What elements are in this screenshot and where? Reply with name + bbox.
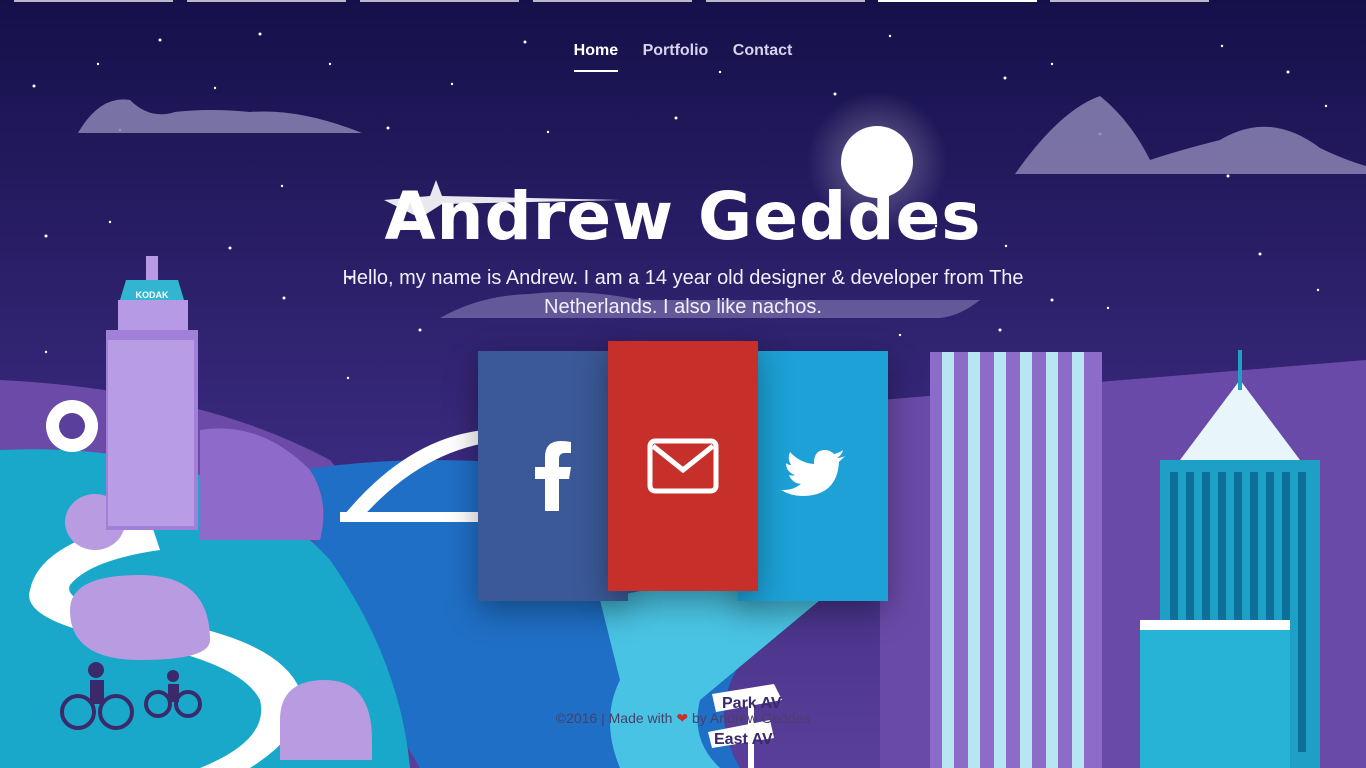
heart-icon: ❤ [676, 710, 689, 726]
top-segment [533, 0, 692, 2]
top-segment [878, 0, 1037, 2]
kodak-sign: KODAK [136, 290, 169, 300]
footer: ©2016 | Made with ❤ by Andrew Geddes [0, 710, 1366, 727]
twitter-icon [781, 450, 845, 496]
top-segment [706, 0, 865, 2]
nav-portfolio-link[interactable]: Portfolio [643, 42, 709, 72]
top-segment [360, 0, 519, 2]
page-title: Andrew Geddes [384, 178, 982, 255]
top-segment [187, 0, 346, 2]
footer-prefix: ©2016 | Made with [555, 710, 673, 726]
footer-suffix: by Andrew Geddes [691, 710, 811, 726]
main-nav: Home Portfolio Contact [0, 42, 1366, 72]
nav-home-link[interactable]: Home [573, 42, 619, 72]
facebook-button[interactable] [478, 351, 628, 601]
top-segment [14, 0, 173, 2]
nav-contact-link[interactable]: Contact [733, 42, 793, 72]
intro-text: Hello, my name is Andrew. I am a 14 year… [342, 267, 1024, 318]
top-segment [1050, 0, 1209, 2]
email-button[interactable] [608, 341, 758, 591]
twitter-button[interactable] [738, 351, 888, 601]
facebook-icon [535, 441, 571, 511]
mail-icon [647, 438, 719, 494]
street-sign-bottom: East AV [714, 731, 773, 748]
